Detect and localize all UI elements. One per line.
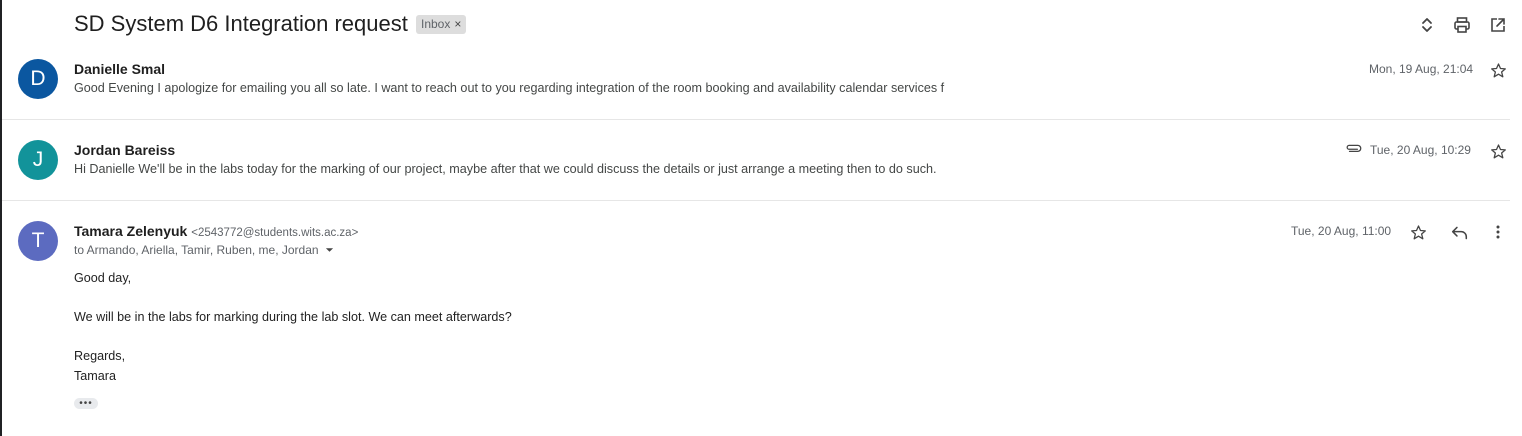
avatar[interactable]: D — [18, 59, 58, 99]
message-divider — [2, 200, 1510, 201]
thread-header: SD System D6 Integration request Inbox × — [2, 0, 1522, 52]
message-snippet: Good Evening I apologize for emailing yo… — [74, 81, 945, 95]
inbox-label-badge[interactable]: Inbox × — [416, 15, 467, 34]
expand-collapse-icon[interactable] — [1417, 15, 1437, 35]
avatar[interactable]: T — [18, 221, 58, 261]
message-divider — [2, 119, 1510, 120]
open-in-new-window-icon[interactable] — [1488, 15, 1508, 35]
message-date: Tue, 20 Aug, 11:00 — [1291, 224, 1392, 238]
sender-header: Tamara Zelenyuk <2543772@students.wits.a… — [74, 223, 358, 239]
show-trimmed-content-button[interactable]: ••• — [74, 398, 98, 409]
chevron-down-icon — [325, 248, 333, 252]
label-text: Inbox — [421, 17, 451, 31]
recipients-dropdown[interactable]: to Armando, Ariella, Tamir, Ruben, me, J… — [74, 243, 334, 257]
sender-name[interactable]: Jordan Bareiss — [74, 142, 175, 158]
message-date: Tue, 20 Aug, 10:29 — [1370, 143, 1471, 157]
attachment-icon — [1344, 138, 1364, 158]
reply-icon[interactable] — [1449, 222, 1469, 242]
sender-email: <2543772@students.wits.ac.za> — [191, 227, 359, 239]
email-thread-view: SD System D6 Integration request Inbox ×… — [0, 0, 1522, 436]
avatar[interactable]: J — [18, 140, 58, 180]
remove-label-icon[interactable]: × — [454, 15, 461, 34]
star-icon[interactable] — [1408, 222, 1428, 242]
body-paragraph: We will be in the labs for marking durin… — [74, 310, 512, 324]
body-greeting: Good day, — [74, 271, 132, 285]
thread-subject: SD System D6 Integration request — [74, 11, 408, 36]
message-date: Mon, 19 Aug, 21:04 — [1369, 62, 1474, 76]
star-icon[interactable] — [1488, 141, 1508, 161]
more-options-icon[interactable] — [1488, 222, 1508, 242]
recipients-text: to Armando, Ariella, Tamir, Ruben, me, J… — [74, 243, 319, 257]
print-icon[interactable] — [1452, 15, 1472, 35]
star-icon[interactable] — [1488, 60, 1508, 80]
sender-name[interactable]: Tamara Zelenyuk — [74, 223, 187, 239]
message-snippet: Hi Danielle We'll be in the labs today f… — [74, 162, 937, 176]
sender-name[interactable]: Danielle Smal — [74, 61, 165, 77]
body-signature: Tamara — [74, 369, 116, 383]
body-signoff: Regards, — [74, 349, 126, 363]
